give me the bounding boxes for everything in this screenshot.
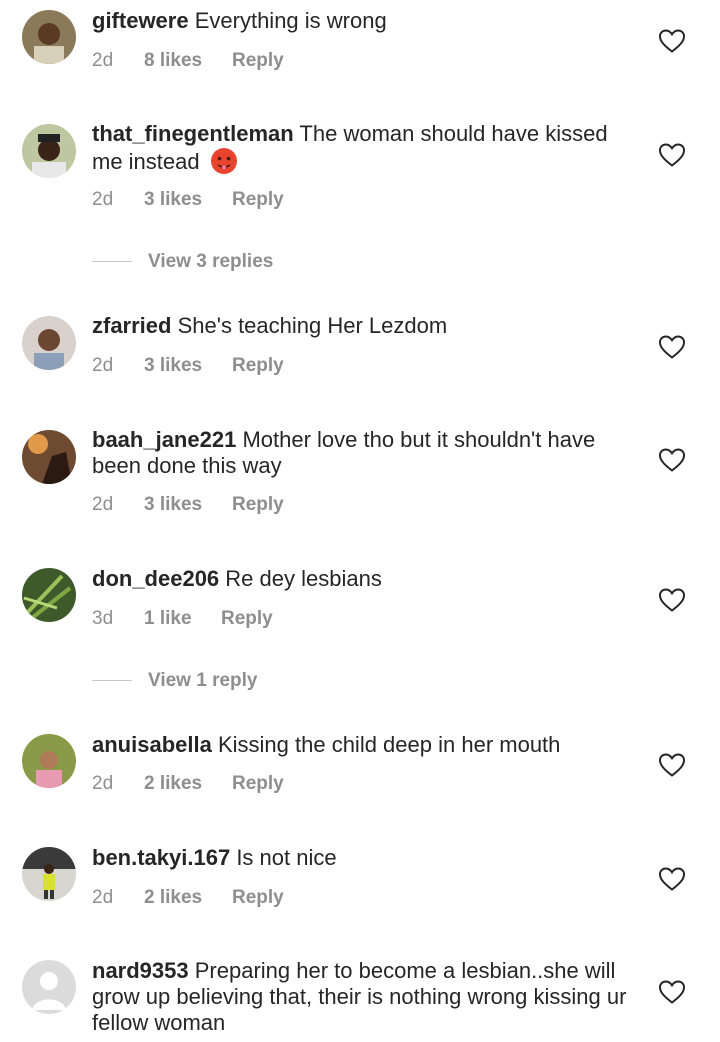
comment-time: 2d	[92, 50, 114, 71]
comment-username[interactable]: giftewere	[92, 8, 189, 33]
comment-username[interactable]: baah_jane221	[92, 427, 236, 452]
avatar[interactable]	[22, 430, 76, 484]
comment-likes[interactable]: 2 likes	[144, 887, 232, 909]
comment-meta: 2d 3 likes Reply	[92, 355, 284, 377]
comment-time: 3d	[92, 608, 114, 629]
reply-button[interactable]: Reply	[232, 355, 284, 377]
comment-time: 2d	[92, 189, 114, 210]
comment-text: that_finegentleman The woman should have…	[92, 121, 632, 175]
reply-button[interactable]: Reply	[221, 608, 273, 630]
replies-divider	[92, 261, 132, 263]
heart-icon[interactable]	[658, 979, 686, 1005]
comment-text: giftewere Everything is wrong	[92, 8, 632, 34]
comment-meta: 2d 8 likes Reply	[92, 50, 284, 72]
comment-text: don_dee206 Re dey lesbians	[92, 566, 632, 592]
comment-username[interactable]: ben.takyi.167	[92, 845, 230, 870]
comment-time: 2d	[92, 355, 114, 376]
comment-meta: 3d 1 like Reply	[92, 608, 273, 630]
view-replies-button[interactable]: View 1 reply	[92, 670, 258, 692]
comment-likes[interactable]: 3 likes	[144, 189, 232, 211]
avatar[interactable]	[22, 568, 76, 622]
avatar[interactable]	[22, 124, 76, 178]
hot-face-emoji	[210, 147, 238, 175]
avatar[interactable]	[22, 734, 76, 788]
comment-text: ben.takyi.167 Is not nice	[92, 845, 632, 871]
comment-likes[interactable]: 8 likes	[144, 50, 232, 72]
heart-icon[interactable]	[658, 142, 686, 168]
avatar[interactable]	[22, 10, 76, 64]
heart-icon[interactable]	[658, 447, 686, 473]
reply-button[interactable]: Reply	[232, 773, 284, 795]
view-replies-label: View 1 reply	[148, 670, 258, 691]
comment-username[interactable]: zfarried	[92, 313, 171, 338]
comment-text: nard9353 Preparing her to become a lesbi…	[92, 958, 632, 1036]
comment-username[interactable]: don_dee206	[92, 566, 219, 591]
comment-text: baah_jane221 Mother love tho but it shou…	[92, 427, 632, 479]
comment-time: 2d	[92, 887, 114, 908]
reply-button[interactable]: Reply	[232, 189, 284, 211]
comment-likes[interactable]: 3 likes	[144, 355, 232, 377]
comment-body: Everything is wrong	[194, 8, 387, 33]
reply-button[interactable]: Reply	[232, 494, 284, 516]
comment-body: Kissing the child deep in her mouth	[217, 732, 561, 757]
heart-icon[interactable]	[658, 587, 686, 613]
avatar[interactable]	[22, 847, 76, 901]
avatar[interactable]	[22, 316, 76, 370]
replies-divider	[92, 680, 132, 682]
heart-icon[interactable]	[658, 752, 686, 778]
comment-body: Is not nice	[236, 845, 337, 870]
comment-meta: 2d 3 likes Reply	[92, 189, 284, 211]
comment-time: 2d	[92, 773, 114, 794]
comment-meta: 2d 2 likes Reply	[92, 887, 284, 909]
comment-meta: 2d 2 likes Reply	[92, 773, 284, 795]
view-replies-label: View 3 replies	[148, 251, 274, 272]
avatar[interactable]	[22, 960, 76, 1014]
comment-likes[interactable]: 1 like	[144, 608, 221, 630]
reply-button[interactable]: Reply	[232, 887, 284, 909]
comment-time: 2d	[92, 494, 114, 515]
comment-likes[interactable]: 2 likes	[144, 773, 232, 795]
view-replies-button[interactable]: View 3 replies	[92, 251, 273, 273]
comment-text: zfarried She's teaching Her Lezdom	[92, 313, 632, 339]
heart-icon[interactable]	[658, 866, 686, 892]
reply-button[interactable]: Reply	[232, 50, 284, 72]
comment-username[interactable]: anuisabella	[92, 732, 212, 757]
comment-likes[interactable]: 3 likes	[144, 494, 232, 516]
comment-username[interactable]: that_finegentleman	[92, 121, 294, 146]
comment-text: anuisabella Kissing the child deep in he…	[92, 732, 632, 758]
comment-username[interactable]: nard9353	[92, 958, 189, 983]
comment-body: Re dey lesbians	[225, 566, 382, 591]
heart-icon[interactable]	[658, 334, 686, 360]
comment-meta: 2d 3 likes Reply	[92, 494, 284, 516]
comment-body: She's teaching Her Lezdom	[177, 313, 448, 338]
heart-icon[interactable]	[658, 28, 686, 54]
